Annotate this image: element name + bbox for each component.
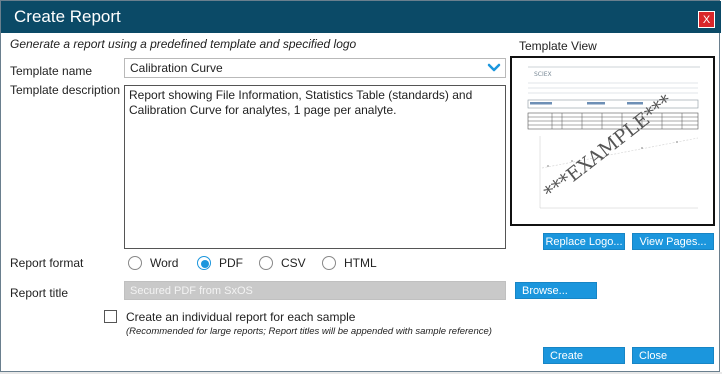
template-description-label: Template description bbox=[10, 83, 121, 97]
close-icon[interactable]: X bbox=[698, 11, 715, 28]
radio-csv-circle[interactable] bbox=[259, 256, 273, 270]
template-preview: SCIEX ***EXAMPLE*** bbox=[510, 56, 715, 226]
format-word-label: Word bbox=[150, 256, 179, 270]
individual-report-label: Create an individual report for each sam… bbox=[126, 310, 356, 324]
radio-pdf-circle[interactable] bbox=[197, 256, 211, 270]
format-radio-html[interactable]: HTML bbox=[322, 256, 382, 271]
report-title-label: Report title bbox=[10, 286, 69, 300]
template-view-label: Template View bbox=[519, 39, 597, 53]
individual-report-checkbox[interactable] bbox=[104, 310, 117, 323]
template-description-text: Report showing File Information, Statist… bbox=[129, 88, 473, 117]
template-name-value: Calibration Curve bbox=[130, 61, 223, 75]
template-name-select[interactable]: Calibration Curve bbox=[124, 58, 506, 78]
report-format-label: Report format bbox=[10, 256, 84, 270]
replace-logo-button[interactable]: Replace Logo... bbox=[543, 233, 625, 250]
radio-html-circle[interactable] bbox=[322, 256, 336, 270]
create-report-dialog: Create Report X Generate a report using … bbox=[0, 0, 721, 372]
radio-word-circle[interactable] bbox=[128, 256, 142, 270]
individual-report-note: (Recommended for large reports; Report t… bbox=[126, 326, 492, 337]
dialog-subtitle: Generate a report using a predefined tem… bbox=[10, 37, 357, 51]
format-pdf-label: PDF bbox=[219, 256, 243, 270]
dialog-title: Create Report bbox=[14, 7, 121, 26]
radio-selected-dot bbox=[201, 260, 209, 268]
report-title-input[interactable] bbox=[125, 282, 505, 299]
close-button[interactable]: Close bbox=[632, 347, 714, 364]
template-preview-image: SCIEX ***EXAMPLE*** bbox=[512, 58, 713, 224]
format-radio-word[interactable]: Word bbox=[128, 256, 188, 271]
chevron-down-icon[interactable] bbox=[487, 61, 501, 75]
format-csv-label: CSV bbox=[281, 256, 306, 270]
format-html-label: HTML bbox=[344, 256, 377, 270]
create-button[interactable]: Create bbox=[543, 347, 625, 364]
dialog-titlebar: Create Report X bbox=[1, 1, 721, 33]
format-radio-pdf[interactable]: PDF bbox=[197, 256, 247, 271]
preview-logo: SCIEX bbox=[534, 71, 552, 78]
template-description-field[interactable]: Report showing File Information, Statist… bbox=[124, 85, 506, 249]
report-title-field[interactable] bbox=[124, 281, 506, 300]
browse-button[interactable]: Browse... bbox=[515, 282, 597, 299]
view-pages-button[interactable]: View Pages... bbox=[632, 233, 714, 250]
format-radio-csv[interactable]: CSV bbox=[259, 256, 309, 271]
template-name-label: Template name bbox=[10, 64, 93, 78]
